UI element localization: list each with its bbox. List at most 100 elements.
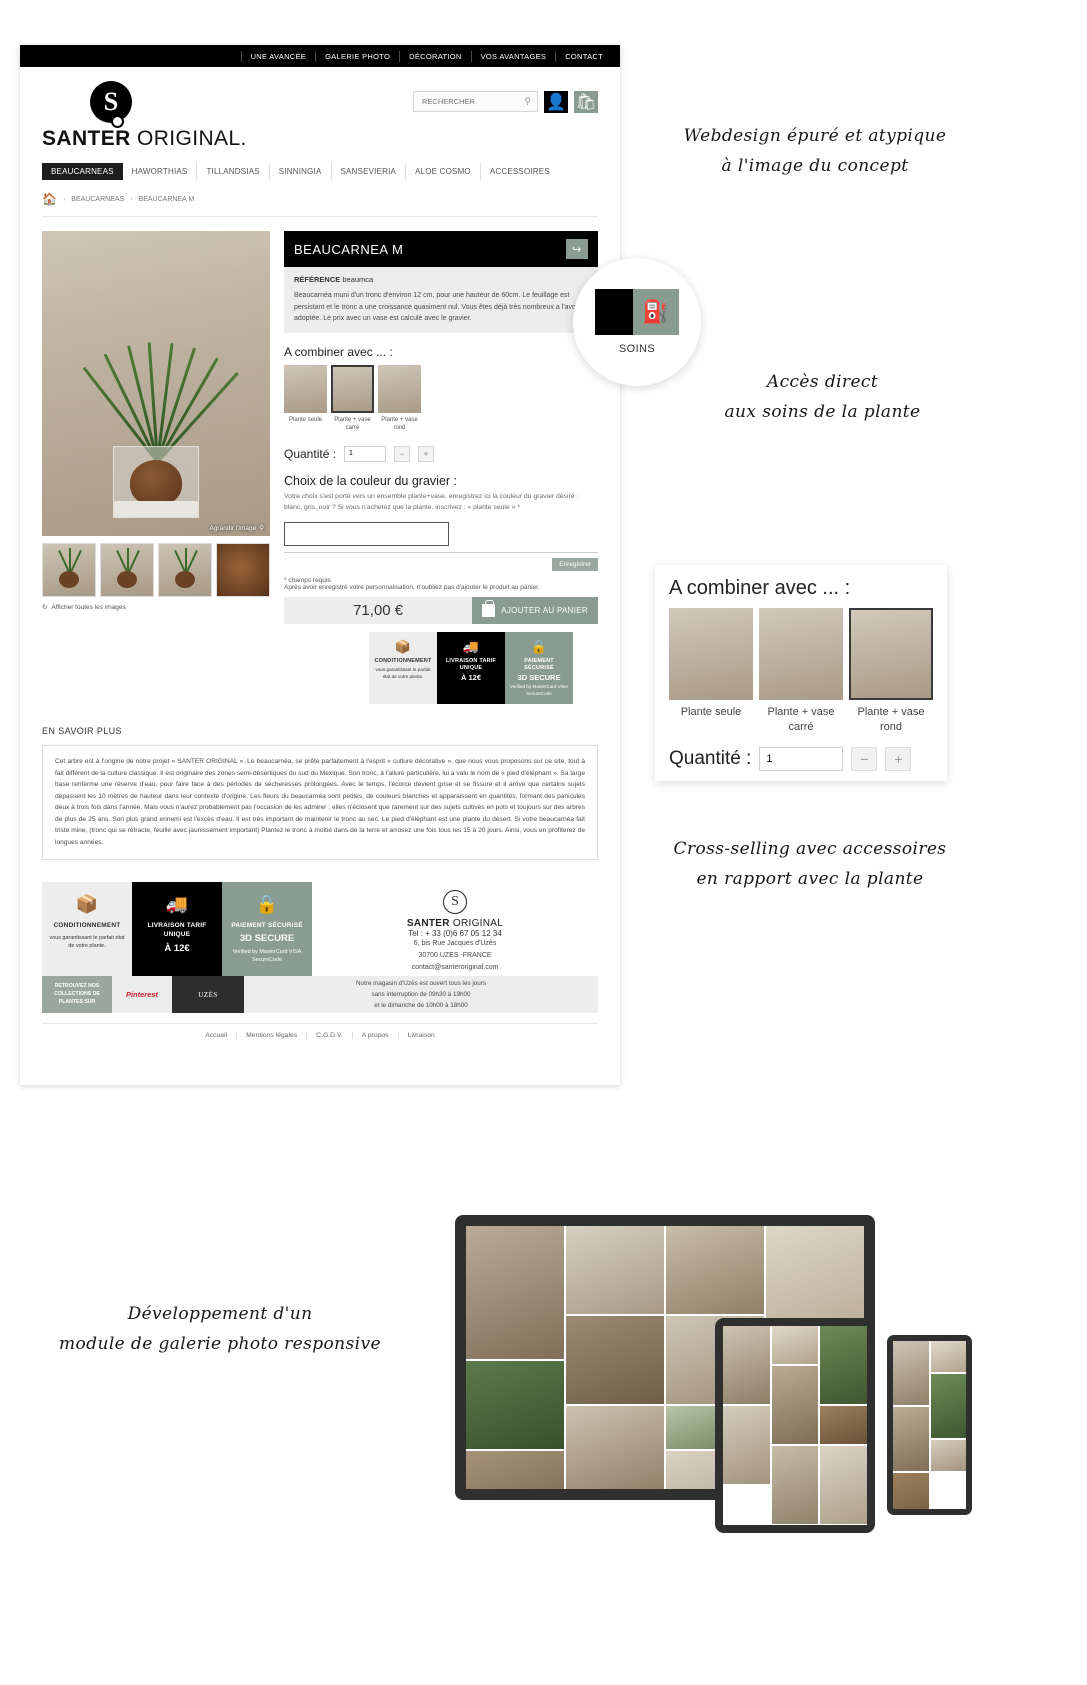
store-hours: Notre magasin d'Uzès est ouvert tous les… <box>244 976 598 1014</box>
logo-text-light: ORIGINAL. <box>130 127 247 150</box>
gallery-cell <box>466 1451 564 1489</box>
topnav-item-4[interactable]: CONTACT <box>555 50 612 62</box>
footer-badge-big: 3D SECURE <box>239 933 295 945</box>
save-button[interactable]: Enregistrer <box>552 557 598 571</box>
footer-email[interactable]: contact@santeroriginal.com <box>312 962 598 974</box>
search-icon[interactable]: ⚲ <box>524 96 531 107</box>
home-icon[interactable]: 🏠 <box>42 192 57 206</box>
gallery-cell <box>466 1226 564 1359</box>
thumbnail-1[interactable] <box>100 543 154 597</box>
gravel-color-input[interactable] <box>284 521 449 546</box>
store-hours-line2: sans interruption de 09h30 à 19h00 <box>371 991 471 999</box>
product-title-bar: BEAUCARNEA M ↪ <box>284 231 598 267</box>
product-reference: RÉFÉRENCE beaumca <box>294 275 588 284</box>
required-fields-note: * champs requis <box>284 576 331 584</box>
annotation-soins-line2: aux soins de la plante <box>724 401 921 422</box>
annotation-webdesign-line2: à l'image du concept <box>721 155 909 176</box>
share-icon[interactable]: ↪ <box>566 239 588 259</box>
cross-sell-quantity-row: Quantité : − + <box>669 746 933 771</box>
footer-link-cgdv[interactable]: C.G.D.V. <box>307 1032 353 1040</box>
phone-screen <box>893 1341 966 1509</box>
logo-text: SANTER ORIGINAL. <box>42 127 247 151</box>
breadcrumb-sep-0: › <box>62 195 66 203</box>
product-gallery: Agrandir l'image ⚲ ↻ Afficher toutes les… <box>42 231 270 704</box>
cart-icon <box>482 599 496 617</box>
footer-link-mentions-legales[interactable]: Mentions légales <box>237 1032 308 1040</box>
topnav-item-1[interactable]: GALERIE PHOTO <box>315 50 399 62</box>
account-icon[interactable]: 👤 <box>544 91 568 113</box>
enlarge-image-text: Agrandir l'image <box>209 524 257 532</box>
catnav-item-sinningia[interactable]: SINNINGIA <box>270 163 332 180</box>
breadcrumb-item-0[interactable]: BEAUCARNEAS <box>71 196 124 203</box>
pinterest-icon[interactable]: Pinterest <box>112 976 172 1014</box>
cross-sell-option-label: Plante + vase rond <box>857 706 925 733</box>
tablet-mockup <box>715 1318 875 1533</box>
catnav-item-sansevieria[interactable]: SANSEVIERIA <box>332 163 407 180</box>
footer-badge-sub: vous garantissant le parfait état de vot… <box>49 935 125 950</box>
footer-link-accueil[interactable]: Accueil <box>196 1032 238 1040</box>
annotation-gallery: Développement d'un module de galerie pho… <box>55 1300 385 1360</box>
watering-can-icon[interactable]: ⛽ <box>633 289 679 335</box>
footer-badge-title: PAIEMENT SÉCURISÉ <box>231 921 303 929</box>
cart-icon[interactable]: 🛍 <box>574 91 598 113</box>
search-box[interactable]: ⚲ <box>413 91 538 112</box>
product-main-image[interactable]: Agrandir l'image ⚲ <box>42 231 270 536</box>
breadcrumb: 🏠 › BEAUCARNEAS › BEAUCARNEA M <box>42 192 598 217</box>
trust-badges-product: 📦 CONDITIONNEMENT vous garantissant le p… <box>369 631 598 705</box>
search-input[interactable] <box>420 96 515 107</box>
catnav-item-beaucarneas[interactable]: BEAUCARNEAS <box>42 163 123 180</box>
catnav-item-aloe-cosmo[interactable]: ALOE COSMO <box>406 163 481 180</box>
footer-phone[interactable]: Tel : + 33 (0)6 67 05 12 34 <box>312 929 598 938</box>
combine-option-plante-seule[interactable]: Plante seule <box>284 364 327 432</box>
trust-badge-title: LIVRAISON TARIF UNIQUE <box>445 657 497 672</box>
product-description: Beaucarnéa muni d'un tronc d'environ 12 … <box>294 292 580 323</box>
annotation-webdesign-line1: Webdesign épuré et atypique <box>683 126 947 146</box>
quantity-input[interactable] <box>344 445 387 462</box>
soins-tiles: ⛽ <box>595 289 679 335</box>
cross-sell-quantity-decrease[interactable]: − <box>851 746 878 771</box>
truck-icon: 🚚 <box>165 893 189 914</box>
cross-sell-heading: A combiner avec ... : <box>669 577 851 599</box>
topnav-item-2[interactable]: DÉCORATION <box>399 50 470 62</box>
topnav-item-0[interactable]: UNE AVANCÉE <box>240 50 316 62</box>
logo-mark-icon: S <box>90 81 132 128</box>
catnav-item-accessoires[interactable]: ACCESSOIRES <box>481 163 559 180</box>
gallery-cell <box>723 1406 770 1484</box>
catnav-item-haworthias[interactable]: HAWORTHIAS <box>123 163 198 180</box>
uzes-logo[interactable]: UZÈS <box>172 976 244 1014</box>
annotation-gallery-line1: Développement d'un <box>127 1304 313 1324</box>
social-label: RETROUVEZ NOS COLLECTIONS DE PLANTES SUR <box>42 976 112 1014</box>
catnav-item-tillandsias[interactable]: TILLANDSIAS <box>197 163 270 180</box>
cross-sell-quantity-input[interactable] <box>759 746 844 771</box>
logo[interactable]: S SANTER ORIGINAL. <box>42 81 247 151</box>
combine-option-vase-carre[interactable]: Plante + vase carré <box>331 364 374 432</box>
gallery-cell <box>466 1361 564 1449</box>
cross-sell-quantity-increase[interactable]: + <box>885 746 912 771</box>
cross-sell-option-vase-rond[interactable]: Plante + vase rond <box>849 608 933 735</box>
trust-badge-big: À 12€ <box>460 672 481 682</box>
breadcrumb-item-1: BEAUCARNEA M <box>138 195 195 203</box>
add-to-cart-button[interactable]: AJOUTER AU PANIER <box>472 596 598 624</box>
footer-link-a-propos[interactable]: A propos <box>353 1032 399 1040</box>
gallery-cell <box>771 1446 819 1524</box>
footer-link-livraison[interactable]: Livraison <box>399 1032 444 1039</box>
show-all-images[interactable]: ↻ Afficher toutes les images <box>42 603 270 612</box>
thumbnail-3[interactable] <box>216 543 270 597</box>
combine-option-vase-rond[interactable]: Plante + vase rond <box>378 364 421 432</box>
thumbnail-0[interactable] <box>42 543 96 597</box>
cross-sell-option-plante-seule[interactable]: Plante seule <box>669 608 753 735</box>
soins-caption: SOINS <box>618 343 656 355</box>
quantity-decrease-button[interactable]: − <box>394 445 411 462</box>
quantity-increase-button[interactable]: + <box>418 445 435 462</box>
cross-sell-option-vase-carre[interactable]: Plante + vase carré <box>759 608 843 735</box>
topnav-item-3[interactable]: VOS AVANTAGES <box>470 50 556 62</box>
box-icon: 📦 <box>75 893 99 914</box>
thumbnail-2[interactable] <box>158 543 212 597</box>
enlarge-image-label[interactable]: Agrandir l'image ⚲ <box>209 524 264 533</box>
magnifier-icon[interactable]: ⚲ <box>259 524 264 532</box>
product-description-box: RÉFÉRENCE beaumca Beaucarnéa muni d'un t… <box>284 267 598 333</box>
footer-brand-light: ORIGINAL <box>449 917 504 929</box>
cross-sell-option-label: Plante + vase carré <box>767 706 835 733</box>
gallery-cell <box>820 1326 867 1404</box>
soins-tile-black <box>595 289 633 335</box>
